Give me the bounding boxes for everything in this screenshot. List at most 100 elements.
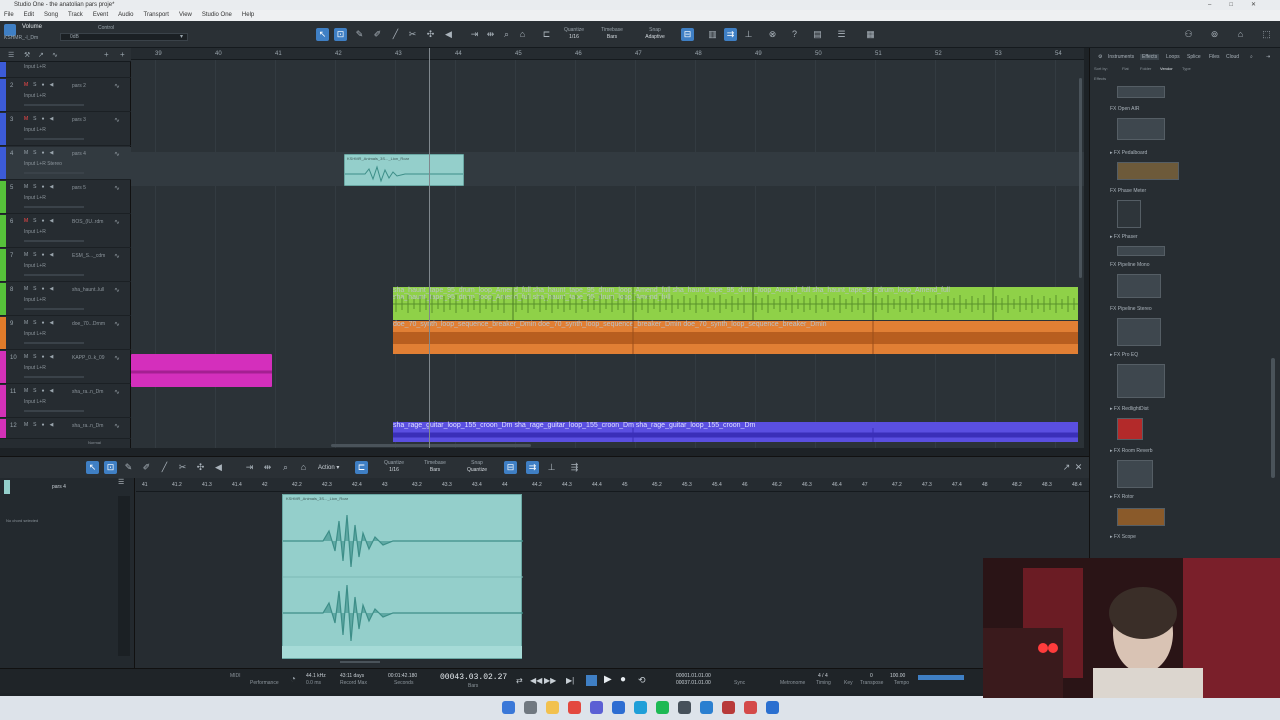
loop-icon[interactable]: ⇄: [516, 676, 523, 685]
close-icon[interactable]: ⇥: [1266, 54, 1270, 60]
track-name[interactable]: doe_70...Drnm: [72, 321, 112, 327]
vertical-scrollbar[interactable]: [1079, 78, 1082, 278]
pencil-tool-icon[interactable]: ✎: [122, 461, 135, 474]
track-buttons[interactable]: MS●◀: [24, 354, 58, 360]
help-icon[interactable]: ?: [788, 28, 801, 41]
sync-label[interactable]: Sync: [734, 680, 745, 686]
track-name[interactable]: BOS_(IU..rdm: [72, 219, 112, 225]
cursor-follow-icon[interactable]: ⊥: [742, 28, 755, 41]
track-row[interactable]: 7 MS●◀ ESM_S..._cdm Input L+R ∿: [0, 249, 131, 282]
track-buttons[interactable]: MS●◀: [24, 82, 58, 88]
sort-folder[interactable]: Folder: [1140, 66, 1151, 71]
pencil-tool-icon[interactable]: ✎: [353, 28, 366, 41]
stop-button[interactable]: [586, 675, 597, 686]
split-tool-icon[interactable]: ✂: [176, 461, 189, 474]
automation-icon[interactable]: ∿: [114, 150, 120, 158]
chrome-icon[interactable]: [568, 701, 581, 714]
track-name[interactable]: pars 5: [72, 185, 112, 191]
paint-tool-icon[interactable]: ╱: [389, 28, 402, 41]
volume-fader[interactable]: [24, 172, 84, 174]
plugin-thumbnail[interactable]: [1117, 246, 1165, 256]
editor-audio-clip[interactable]: KSHMR_Animals_3S..._Lion_Roar: [282, 494, 523, 659]
snap-toggle-icon[interactable]: ⊟: [681, 28, 694, 41]
close-editor-icon[interactable]: ✕: [1072, 461, 1085, 474]
track-input[interactable]: Input L+R: [24, 93, 46, 99]
volume-fader[interactable]: [24, 342, 84, 344]
steam-icon[interactable]: [634, 701, 647, 714]
track-input[interactable]: Input L+R: [24, 365, 46, 371]
go-to-end-icon[interactable]: ▶|: [566, 676, 574, 685]
track-name[interactable]: pars 3: [72, 117, 112, 123]
track-name[interactable]: sha_ra..n_Dm: [72, 423, 112, 429]
audio-clip[interactable]: [131, 354, 272, 387]
track-input[interactable]: Input L+R: [24, 263, 46, 269]
listen-tool-icon[interactable]: ◀: [442, 28, 455, 41]
split-tool-icon[interactable]: ✂: [406, 28, 419, 41]
bend-tool-icon[interactable]: ✣: [194, 461, 207, 474]
track-buttons[interactable]: MS●◀: [24, 422, 58, 428]
menu-help[interactable]: Help: [242, 10, 254, 21]
plugin-thumbnail[interactable]: [1117, 86, 1165, 98]
track-name[interactable]: pars 2: [72, 83, 112, 89]
track-input[interactable]: Input L+R: [24, 195, 46, 201]
list-icon[interactable]: ☰: [8, 51, 14, 59]
plugin-thumbnail[interactable]: [1117, 118, 1165, 140]
paint-tool-icon[interactable]: ✐: [140, 461, 153, 474]
automation-icon[interactable]: ∿: [114, 388, 120, 396]
audio-clip[interactable]: KSHMR_Animals_3S..._Lion_Roar: [344, 154, 464, 186]
plugin-thumbnail[interactable]: [1117, 200, 1141, 228]
arrow-tool-icon[interactable]: ↖: [86, 461, 99, 474]
menu-transport[interactable]: Transport: [144, 10, 169, 21]
track-name[interactable]: ESM_S..._cdm: [72, 253, 112, 259]
timebase-value[interactable]: Bars: [597, 34, 627, 41]
line-tool-icon[interactable]: ╱: [158, 461, 171, 474]
auto-scroll-icon[interactable]: ⇉: [724, 28, 737, 41]
waveform-icon[interactable]: ∿: [52, 51, 58, 59]
timeline-ruler[interactable]: 39 40 41 42 43 44 45 46 47 48 49 50 51 5…: [131, 48, 1084, 60]
grid-icon[interactable]: ▥: [706, 28, 719, 41]
plugin-thumbnail[interactable]: [1117, 364, 1165, 398]
app-icon[interactable]: [612, 701, 625, 714]
loop-end[interactable]: 00037.01.01.00: [676, 680, 711, 686]
horizontal-scrollbar[interactable]: [331, 444, 531, 447]
track-row[interactable]: 2 MS●◀ pars 2 Input L+R ∿: [0, 79, 131, 112]
track-input[interactable]: Input L+R: [24, 297, 46, 303]
grid-icon[interactable]: ⇶: [568, 461, 581, 474]
menu-audio[interactable]: Audio: [118, 10, 133, 21]
audio-editor[interactable]: pars 4 No chord selected ☰ 41 41.2 41.3 …: [0, 478, 1089, 668]
effect-item[interactable]: FX Pipeline Mono: [1110, 262, 1149, 268]
automation-icon[interactable]: ∿: [114, 218, 120, 226]
breadcrumb[interactable]: Effects: [1094, 76, 1106, 81]
automation-icon[interactable]: ∿: [114, 354, 120, 362]
list-icon[interactable]: ☰: [118, 478, 130, 492]
track-row[interactable]: 3 MS●◀ pars 3 Input L+R ∿: [0, 113, 131, 146]
home-icon[interactable]: ⌂: [1234, 28, 1247, 41]
sort-vendor[interactable]: Vendor: [1160, 66, 1173, 71]
plugin-thumbnail[interactable]: [1117, 418, 1143, 440]
track-name[interactable]: sha_ra..n_Dm: [72, 389, 112, 395]
volume-fader[interactable]: [24, 240, 84, 242]
track-row[interactable]: 6 MS●◀ BOS_(IU..rdm Input L+R ∿: [0, 215, 131, 248]
track-buttons[interactable]: MS●◀: [24, 116, 58, 122]
track-buttons[interactable]: MS●◀: [24, 184, 58, 190]
effect-item[interactable]: FX Pipeline Stereo: [1110, 306, 1152, 312]
start-menu-icon[interactable]: [502, 701, 515, 714]
effect-item[interactable]: ▸ FX Pro EQ: [1110, 352, 1138, 358]
track-buttons[interactable]: MS●◀: [24, 320, 58, 326]
track-name[interactable]: sha_haunt..lull: [72, 287, 112, 293]
tab-cloud[interactable]: Cloud: [1226, 54, 1239, 60]
performance-label[interactable]: Performance: [250, 680, 279, 686]
zoom-label[interactable]: Normal: [88, 440, 101, 445]
follow-icon[interactable]: ⌂: [516, 28, 529, 41]
metronome-label[interactable]: Metronome: [780, 680, 805, 686]
studio-one-icon[interactable]: [744, 701, 757, 714]
arrangement-view[interactable]: 39 40 41 42 43 44 45 46 47 48 49 50 51 5…: [131, 48, 1084, 448]
position-display[interactable]: 00043.03.02.27: [440, 673, 507, 682]
track-row[interactable]: Input L+R: [0, 62, 131, 78]
cursor-follow-icon[interactable]: ⊥: [545, 461, 558, 474]
menu-view[interactable]: View: [179, 10, 192, 21]
search-icon[interactable]: ⌕: [1250, 54, 1253, 60]
volume-fader[interactable]: [24, 104, 84, 106]
track-input[interactable]: Input L+R: [24, 331, 46, 337]
clip-handle[interactable]: [282, 646, 522, 658]
